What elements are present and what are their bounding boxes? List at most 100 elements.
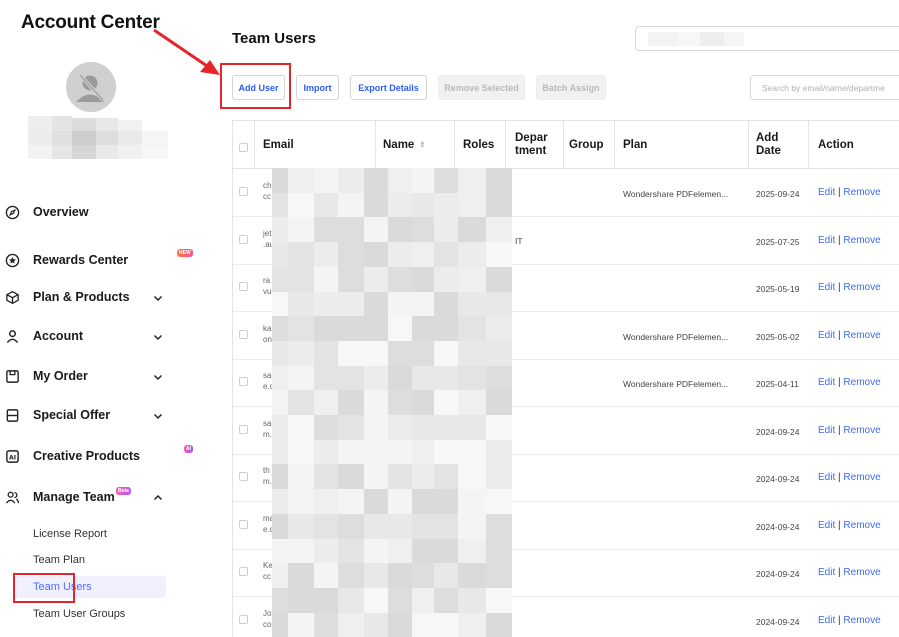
edit-link[interactable]: Edit xyxy=(818,567,835,578)
action-separator: | xyxy=(838,567,841,578)
mosaic-block xyxy=(434,340,458,366)
chevron-down-icon[interactable] xyxy=(152,330,164,342)
mosaic-block xyxy=(486,489,512,515)
avatar[interactable] xyxy=(66,62,116,112)
chevron-up-icon[interactable] xyxy=(152,491,164,503)
action-cell: Edit | Remove xyxy=(818,567,881,578)
edit-link[interactable]: Edit xyxy=(818,282,835,293)
mosaic-block xyxy=(338,464,364,490)
nav-item-rewards-center[interactable]: Rewards Center NEW xyxy=(0,246,200,274)
row-checkbox[interactable] xyxy=(239,187,248,196)
row-checkbox[interactable] xyxy=(239,614,248,624)
row-checkbox[interactable] xyxy=(239,519,248,529)
edit-link[interactable]: Edit xyxy=(818,235,835,246)
chevron-down-icon[interactable] xyxy=(152,370,164,382)
mosaic-block xyxy=(364,192,388,218)
column-name[interactable]: Name ▲ ▼ xyxy=(383,121,425,169)
sort-icon[interactable]: ▲ ▼ xyxy=(419,140,425,150)
mosaic-block xyxy=(458,489,486,515)
mosaic-block xyxy=(434,563,458,589)
mosaic-block xyxy=(486,563,512,589)
mosaic-block xyxy=(412,538,434,564)
batch-assign-button[interactable]: Batch Assign xyxy=(536,75,606,100)
mosaic-block xyxy=(364,168,388,193)
action-separator: | xyxy=(838,329,841,341)
ai-icon: AI xyxy=(5,449,20,464)
subnav-team-user-groups[interactable]: Team User Groups xyxy=(33,608,125,620)
mosaic-block xyxy=(288,340,314,366)
remove-link[interactable]: Remove xyxy=(843,235,880,246)
nav-item-account[interactable]: Account xyxy=(0,322,200,350)
sidebar: Account Center Overview Rewards Center N… xyxy=(0,0,200,637)
edit-link[interactable]: Edit xyxy=(818,425,835,436)
user-search-input[interactable]: Search by email/name/departme xyxy=(750,75,899,100)
top-search-field[interactable] xyxy=(635,26,899,51)
mosaic-block xyxy=(412,316,434,342)
row-checkbox[interactable] xyxy=(239,472,248,481)
remove-link[interactable]: Remove xyxy=(843,615,880,626)
edit-link[interactable]: Edit xyxy=(818,330,835,341)
select-all-checkbox[interactable] xyxy=(239,143,248,152)
subnav-license-report[interactable]: License Report xyxy=(33,528,107,540)
remove-link[interactable]: Remove xyxy=(843,187,880,198)
nav-label: Plan & Products xyxy=(33,290,130,304)
mosaic-block xyxy=(338,365,364,391)
edit-link[interactable]: Edit xyxy=(818,520,835,531)
remove-link[interactable]: Remove xyxy=(843,425,880,436)
export-details-button[interactable]: Export Details xyxy=(350,75,427,100)
mosaic-block xyxy=(272,415,288,440)
remove-link[interactable]: Remove xyxy=(843,282,880,293)
row-checkbox[interactable] xyxy=(239,377,248,386)
remove-selected-button[interactable]: Remove Selected xyxy=(438,75,525,100)
remove-link[interactable]: Remove xyxy=(843,567,880,578)
row-checkbox[interactable] xyxy=(239,567,248,576)
mosaic-block xyxy=(388,612,412,637)
mosaic-block xyxy=(486,464,512,490)
action-separator: | xyxy=(838,424,841,436)
mosaic-block xyxy=(388,316,412,342)
mosaic-block xyxy=(434,415,458,440)
row-checkbox[interactable] xyxy=(239,282,248,291)
nav-item-my-order[interactable]: My Order xyxy=(0,362,200,390)
remove-link[interactable]: Remove xyxy=(843,520,880,531)
column-action: Action xyxy=(818,138,854,151)
edit-link[interactable]: Edit xyxy=(818,187,835,198)
row-checkbox[interactable] xyxy=(239,234,248,244)
nav-item-manage-team[interactable]: Manage Team Beta xyxy=(0,483,200,511)
mosaic-block xyxy=(458,316,486,342)
add-date-cell: 2025-07-25 xyxy=(756,236,800,247)
nav-label: Special Offer xyxy=(33,408,111,422)
nav-item-special-offer[interactable]: Special Offer xyxy=(0,401,200,429)
nav-item-plan-products[interactable]: Plan & Products xyxy=(0,283,200,311)
mosaic-block xyxy=(338,587,364,613)
mosaic-block xyxy=(338,390,364,416)
nav-item-overview[interactable]: Overview xyxy=(0,198,200,226)
edit-link[interactable]: Edit xyxy=(818,615,835,626)
mosaic-block xyxy=(388,415,412,440)
mosaic-block xyxy=(272,464,288,490)
action-cell: Edit | Remove xyxy=(818,330,881,341)
remove-link[interactable]: Remove xyxy=(843,472,880,483)
row-checkbox[interactable] xyxy=(239,329,248,339)
chevron-down-icon[interactable] xyxy=(152,291,164,303)
mosaic-block xyxy=(388,513,412,539)
mosaic-block xyxy=(412,168,434,193)
email-cell: ch cc xyxy=(263,181,272,201)
mosaic-block xyxy=(434,489,458,515)
edit-link[interactable]: Edit xyxy=(818,377,835,388)
mosaic-block xyxy=(434,242,458,268)
action-separator: | xyxy=(838,187,841,198)
mosaic-block xyxy=(288,415,314,440)
import-button[interactable]: Import xyxy=(296,75,339,100)
mosaic-block xyxy=(338,612,364,637)
nav-item-creative-products[interactable]: AI Creative Products AI xyxy=(0,442,200,470)
mosaic-block xyxy=(458,192,486,218)
remove-link[interactable]: Remove xyxy=(843,330,880,341)
row-checkbox[interactable] xyxy=(239,424,248,434)
edit-link[interactable]: Edit xyxy=(818,472,835,483)
chevron-down-icon[interactable] xyxy=(152,409,164,421)
remove-link[interactable]: Remove xyxy=(843,377,880,388)
mosaic-block xyxy=(388,266,412,292)
mosaic-block xyxy=(388,192,412,218)
subnav-team-plan[interactable]: Team Plan xyxy=(33,554,85,566)
